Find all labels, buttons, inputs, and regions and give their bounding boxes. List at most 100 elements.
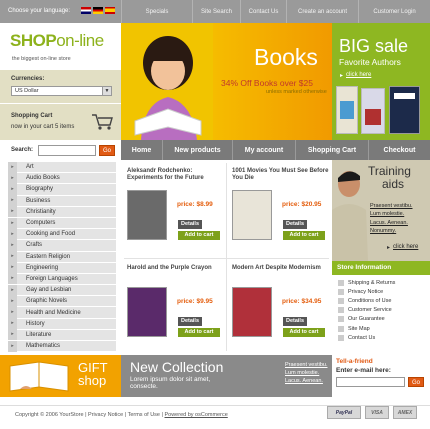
flag-uk-icon[interactable] <box>81 7 91 14</box>
flag-de-icon[interactable] <box>93 7 103 14</box>
category-item[interactable]: ▸ Christianity <box>8 206 116 218</box>
tell-friend-label: Enter e-mail here: <box>336 367 391 374</box>
store-info-item[interactable]: Shipping & Returns <box>338 278 426 287</box>
add-to-cart-button[interactable]: Add to cart <box>178 231 220 240</box>
training-link[interactable]: Lum molestie. <box>370 210 413 218</box>
details-button[interactable]: Details <box>178 220 202 229</box>
store-info-item[interactable]: Conditions of Use <box>338 296 426 305</box>
add-to-cart-button[interactable]: Add to cart <box>283 231 325 240</box>
category-item[interactable]: ▸ Foreign Languages <box>8 273 116 286</box>
category-item[interactable]: ▸ Eastern Religion <box>8 251 116 263</box>
nav-checkout[interactable]: Checkout <box>369 140 430 160</box>
new-collection-link[interactable]: Praesent vestibu. <box>285 361 328 369</box>
divider <box>0 103 121 104</box>
details-button[interactable]: Details <box>283 220 307 229</box>
topnav-site-search[interactable]: Site Search <box>192 0 240 23</box>
bullet-icon <box>338 297 344 304</box>
cart-icon[interactable] <box>91 113 113 131</box>
category-item[interactable]: ▸ Audio Books <box>8 172 116 185</box>
category-item[interactable]: ▸ Graphic Novels <box>8 295 116 308</box>
product-card: Aleksandr Rodchenko: Experiments for the… <box>127 168 230 261</box>
powered-by-link[interactable]: Powered by osCommerce <box>164 412 227 418</box>
nav-new-products[interactable]: New products <box>163 140 233 160</box>
book-cover-2 <box>361 88 385 134</box>
currency-select[interactable]: US Dollar ▼ <box>11 86 112 96</box>
store-info-label: Privacy Notice <box>348 288 384 295</box>
details-button[interactable]: Details <box>283 317 307 326</box>
nav-home[interactable]: Home <box>121 140 163 160</box>
book-cover-3 <box>389 86 420 134</box>
bullet-icon <box>338 307 344 314</box>
product-cover-image[interactable] <box>232 190 272 240</box>
category-item[interactable]: ▸ Computers <box>8 217 116 230</box>
new-collection-link[interactable]: Lum molestie. <box>285 369 328 377</box>
search-input[interactable] <box>38 145 96 156</box>
add-to-cart-button[interactable]: Add to cart <box>283 328 325 337</box>
chevron-right-icon: ▸ <box>8 340 17 352</box>
chevron-right-icon: ▸ <box>8 251 17 263</box>
store-info-label: Customer Service <box>348 307 392 314</box>
category-item[interactable]: ▸ History <box>8 318 116 330</box>
language-label: Choose your language: <box>8 8 71 14</box>
store-info-label: Shipping & Returns <box>348 279 396 286</box>
tell-friend-go-button[interactable]: Go <box>408 377 424 387</box>
hero-note: unless marked otherwise <box>266 89 327 95</box>
category-label: Engineering <box>26 264 59 271</box>
tell-friend-email-input[interactable] <box>336 377 405 387</box>
product-title[interactable]: Harold and the Purple Crayon <box>127 265 230 272</box>
gift-book-image <box>9 361 69 392</box>
topnav-create-account[interactable]: Create an account <box>286 0 358 23</box>
chevron-right-icon: ▸ <box>387 245 391 251</box>
product-title[interactable]: 1001 Movies You Must See Before You Die <box>232 168 335 182</box>
details-button[interactable]: Details <box>178 317 202 326</box>
logo[interactable]: SHOPon-line <box>10 31 104 51</box>
category-item[interactable]: ▸ Health and Medicine <box>8 307 116 319</box>
flag-es-icon[interactable] <box>105 7 115 14</box>
product-cover-image[interactable] <box>127 190 167 240</box>
footer-copyright: Copyright © 2006 YourStore | Privacy Not… <box>15 412 228 418</box>
search-go-button[interactable]: Go <box>99 145 115 156</box>
chevron-right-icon: ▸ <box>8 172 17 184</box>
cart-count-text: now in your cart 5 items <box>11 124 75 130</box>
topnav-customer-login[interactable]: Customer Login <box>358 0 430 23</box>
product-title[interactable]: Aleksandr Rodchenko: Experiments for the… <box>127 168 230 182</box>
store-info-title: Store Information <box>332 261 430 275</box>
category-item[interactable]: ▸ Mathematics <box>8 340 116 353</box>
chevron-down-icon: ▼ <box>102 87 111 95</box>
shopping-cart-label[interactable]: Shopping Cart <box>11 113 52 119</box>
training-link[interactable]: Lacus. Aenean. <box>370 219 413 227</box>
bullet-icon <box>338 316 344 323</box>
category-item[interactable]: ▸ Business <box>8 195 116 207</box>
category-item[interactable]: ▸ Engineering <box>8 262 116 274</box>
training-title: Training aids <box>368 164 411 191</box>
nav-shopping-cart[interactable]: Shopping Cart <box>296 140 369 160</box>
add-to-cart-button[interactable]: Add to cart <box>178 328 220 337</box>
store-info-item[interactable]: Customer Service <box>338 306 426 315</box>
category-item[interactable]: ▸ Cooking and Food <box>8 228 116 241</box>
store-info-item[interactable]: Contact Us <box>338 333 426 342</box>
product-cover-image[interactable] <box>232 287 272 337</box>
gift-title: GIFT shop <box>78 360 108 388</box>
category-item[interactable]: ▸ Literature <box>8 329 116 341</box>
chevron-right-icon: ▸ <box>8 217 17 229</box>
big-sale-link[interactable]: click here <box>346 72 371 78</box>
product-title[interactable]: Modern Art Despite Modernism <box>232 265 335 272</box>
topnav-specials[interactable]: Specials <box>121 0 192 23</box>
category-item[interactable]: ▸ Gay and Lesbian <box>8 284 116 297</box>
product-cover-image[interactable] <box>127 287 167 337</box>
store-info-label: Our Guarantee <box>348 316 385 323</box>
category-item[interactable]: ▸ Biography <box>8 183 116 196</box>
category-item[interactable]: ▸ Crafts <box>8 239 116 252</box>
chevron-right-icon: ▸ <box>8 161 17 173</box>
store-info-label: Conditions of Use <box>348 297 392 304</box>
store-info-item[interactable]: Site Map <box>338 324 426 333</box>
new-collection-link[interactable]: Lacus. Aenean. <box>285 377 328 385</box>
store-info-item[interactable]: Privacy Notice <box>338 287 426 296</box>
category-item[interactable]: ▸ Art <box>8 161 116 174</box>
training-click-link[interactable]: click here <box>393 244 418 250</box>
training-link[interactable]: Nonummy. <box>370 227 413 235</box>
topnav-contact-us[interactable]: Contact Us <box>240 0 286 23</box>
store-info-item[interactable]: Our Guarantee <box>338 315 426 324</box>
training-link[interactable]: Praesent vestibu. <box>370 202 413 210</box>
nav-my-account[interactable]: My account <box>233 140 296 160</box>
